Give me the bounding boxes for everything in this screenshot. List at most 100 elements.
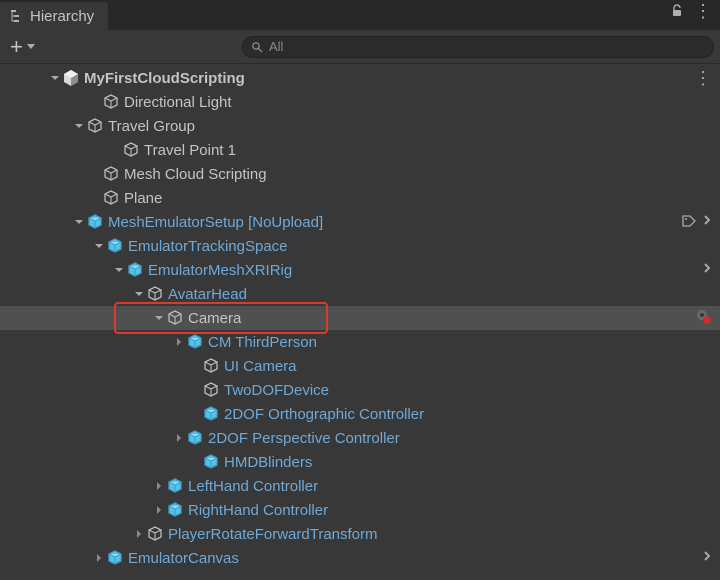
foldout-spacer — [88, 95, 102, 109]
tree-item-label: MeshEmulatorSetup [NoUpload] — [108, 214, 323, 231]
tree-row-root[interactable]: MyFirstCloudScripting⋮ — [0, 66, 720, 90]
tree-item-label: TwoDOFDevice — [224, 382, 329, 399]
tree-item-label: EmulatorMeshXRIRig — [148, 262, 292, 279]
gameobject-cube-icon — [202, 381, 220, 399]
tree-row-mcs[interactable]: Mesh Cloud Scripting — [0, 162, 720, 186]
gameobject-cube-icon — [122, 141, 140, 159]
tree-item-label: LeftHand Controller — [188, 478, 318, 495]
row-right-icons — [694, 307, 712, 329]
foldout-spacer — [88, 167, 102, 181]
lock-icon[interactable] — [670, 4, 684, 18]
chevron-right-icon[interactable] — [702, 213, 712, 231]
prefab-cube-icon — [202, 405, 220, 423]
foldout-toggle[interactable] — [172, 335, 186, 349]
tag-icon[interactable] — [682, 213, 698, 231]
tree-row-mes[interactable]: MeshEmulatorSetup [NoUpload] — [0, 210, 720, 234]
foldout-toggle[interactable] — [92, 239, 106, 253]
foldout-toggle[interactable] — [172, 431, 186, 445]
tree-item-label: EmulatorTrackingSpace — [128, 238, 288, 255]
tab-hierarchy[interactable]: Hierarchy — [0, 2, 108, 30]
tree-row-tp1[interactable]: Travel Point 1 — [0, 138, 720, 162]
tree-row-cm3p[interactable]: CM ThirdPerson — [0, 330, 720, 354]
tree-row-ecan[interactable]: EmulatorCanvas — [0, 546, 720, 570]
tree-item-label: Travel Group — [108, 118, 195, 135]
tree-row-ets[interactable]: EmulatorTrackingSpace — [0, 234, 720, 258]
hierarchy-toolbar: + All — [0, 30, 720, 64]
row-right-icons — [702, 261, 712, 279]
prefab-cube-icon — [186, 333, 204, 351]
search-input[interactable]: All — [242, 36, 714, 58]
tab-bar: Hierarchy ⋮ — [0, 0, 720, 30]
foldout-spacer — [188, 359, 202, 373]
row-right-icons — [682, 213, 712, 231]
tree-row-tg[interactable]: Travel Group — [0, 114, 720, 138]
search-placeholder: All — [269, 39, 283, 54]
tree-item-label: PlayerRotateForwardTransform — [168, 526, 378, 543]
hierarchy-panel: Hierarchy ⋮ + All — [0, 0, 720, 580]
foldout-toggle[interactable] — [132, 527, 146, 541]
panel-menu-icon[interactable]: ⋮ — [694, 4, 712, 18]
tree-item-label: 2DOF Perspective Controller — [208, 430, 400, 447]
gameobject-cube-icon — [146, 285, 164, 303]
foldout-spacer — [88, 191, 102, 205]
hierarchy-tab-icon — [10, 9, 24, 23]
chevron-right-icon[interactable] — [702, 261, 712, 279]
tree-row-2dpc[interactable]: 2DOF Perspective Controller — [0, 426, 720, 450]
tree-item-label: UI Camera — [224, 358, 297, 375]
plus-icon: + — [10, 38, 23, 56]
gameobject-cube-icon — [202, 357, 220, 375]
tree-row-2doc[interactable]: 2DOF Orthographic Controller — [0, 402, 720, 426]
gameobject-cube-icon — [102, 165, 120, 183]
hierarchy-tree[interactable]: MyFirstCloudScripting⋮ Directional Light… — [0, 64, 720, 580]
tree-item-label: HMDBlinders — [224, 454, 312, 471]
tree-row-prft[interactable]: PlayerRotateForwardTransform — [0, 522, 720, 546]
foldout-spacer — [188, 407, 202, 421]
tree-row-tdof[interactable]: TwoDOFDevice — [0, 378, 720, 402]
tree-item-label: EmulatorCanvas — [128, 550, 239, 567]
foldout-toggle[interactable] — [72, 215, 86, 229]
chevron-right-icon[interactable] — [702, 549, 712, 567]
prefab-cube-icon — [106, 549, 124, 567]
foldout-toggle[interactable] — [152, 479, 166, 493]
prefab-cube-icon — [166, 501, 184, 519]
search-icon — [251, 41, 263, 53]
tree-row-rhc[interactable]: RightHand Controller — [0, 498, 720, 522]
tree-row-avh[interactable]: AvatarHead — [0, 282, 720, 306]
foldout-spacer — [188, 383, 202, 397]
tree-item-label: Directional Light — [124, 94, 232, 111]
gameobject-cube-icon — [166, 309, 184, 327]
dropdown-caret-icon — [27, 44, 35, 49]
gameobject-cube-icon — [86, 117, 104, 135]
row-right-icons: ⋮ — [694, 68, 712, 89]
row-right-icons — [702, 549, 712, 567]
tree-row-dl[interactable]: Directional Light — [0, 90, 720, 114]
tree-item-label: Mesh Cloud Scripting — [124, 166, 267, 183]
prefab-cube-icon — [126, 261, 144, 279]
gameobject-cube-icon — [146, 525, 164, 543]
tree-item-label: Travel Point 1 — [144, 142, 236, 159]
tree-row-plane[interactable]: Plane — [0, 186, 720, 210]
foldout-toggle[interactable] — [152, 503, 166, 517]
create-button[interactable]: + — [6, 36, 39, 58]
tree-item-label: RightHand Controller — [188, 502, 328, 519]
settings-error-icon[interactable] — [694, 307, 712, 329]
tree-row-uic[interactable]: UI Camera — [0, 354, 720, 378]
tree-item-label: 2DOF Orthographic Controller — [224, 406, 424, 423]
gameobject-cube-icon — [102, 189, 120, 207]
tree-row-lhc[interactable]: LeftHand Controller — [0, 474, 720, 498]
gameobject-cube-icon — [102, 93, 120, 111]
prefab-cube-icon — [166, 477, 184, 495]
foldout-toggle[interactable] — [112, 263, 126, 277]
tree-row-cam[interactable]: Camera — [0, 306, 720, 330]
tree-item-label: CM ThirdPerson — [208, 334, 317, 351]
tab-label: Hierarchy — [30, 8, 94, 25]
foldout-toggle[interactable] — [92, 551, 106, 565]
foldout-toggle[interactable] — [48, 71, 62, 85]
more-icon[interactable]: ⋮ — [694, 68, 712, 89]
tree-row-hmd[interactable]: HMDBlinders — [0, 450, 720, 474]
foldout-toggle[interactable] — [72, 119, 86, 133]
tree-item-label: Camera — [188, 310, 241, 327]
foldout-toggle[interactable] — [132, 287, 146, 301]
foldout-toggle[interactable] — [152, 311, 166, 325]
tree-row-emxr[interactable]: EmulatorMeshXRIRig — [0, 258, 720, 282]
